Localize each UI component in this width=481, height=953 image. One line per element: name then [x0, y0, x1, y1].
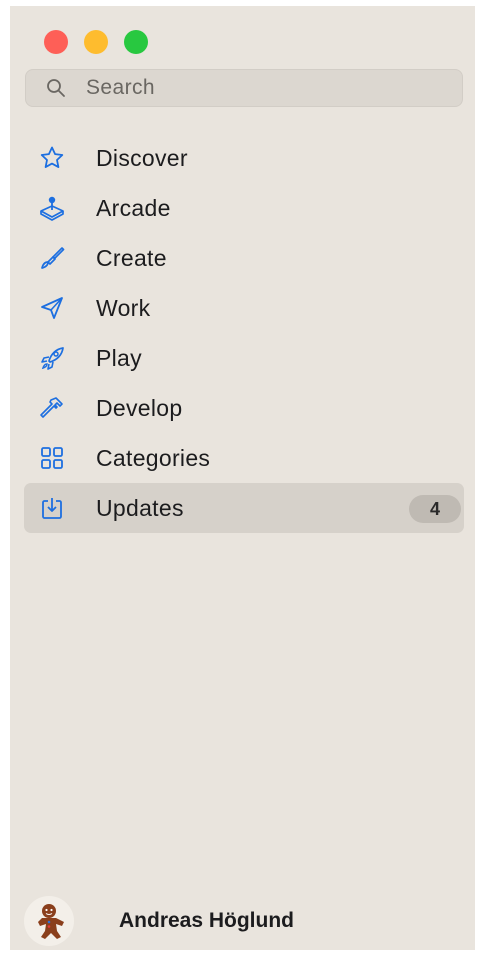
sidebar-item-develop[interactable]: Develop: [24, 383, 464, 433]
search-placeholder: Search: [86, 76, 155, 99]
sidebar-item-label: Updates: [96, 494, 184, 521]
search-icon: [47, 79, 65, 97]
zoom-window-button[interactable]: [124, 30, 148, 54]
sidebar-item-create[interactable]: Create: [24, 233, 464, 283]
rocket-icon: [38, 344, 66, 372]
sidebar-item-updates[interactable]: Updates 4: [24, 483, 464, 533]
sidebar-item-label: Discover: [96, 144, 188, 171]
sidebar-item-label: Play: [96, 344, 142, 371]
sidebar-item-discover[interactable]: Discover: [24, 133, 464, 183]
gingerbread-avatar: [24, 896, 74, 946]
star-icon: [38, 144, 66, 172]
sidebar-item-play[interactable]: Play: [24, 333, 464, 383]
search-field[interactable]: Search: [25, 69, 463, 107]
sidebar-item-label: Categories: [96, 444, 211, 471]
sidebar-item-arcade[interactable]: Arcade: [24, 183, 464, 233]
close-window-button[interactable]: [44, 30, 68, 54]
paintbrush-icon: [38, 244, 66, 272]
joystick-icon: [38, 194, 66, 222]
download-tray-icon: [38, 494, 66, 522]
sidebar-item-work[interactable]: Work: [24, 283, 464, 333]
sidebar-item-label: Arcade: [96, 194, 171, 221]
sidebar: Search Discover Arcade Create Work Play …: [10, 6, 475, 950]
hammer-icon: [38, 394, 66, 422]
account-button[interactable]: Andreas Höglund: [24, 896, 294, 946]
sidebar-item-label: Work: [96, 294, 151, 321]
paper-plane-icon: [38, 294, 66, 322]
updates-count-badge: 4: [409, 495, 461, 523]
sidebar-nav: Discover Arcade Create Work Play Develop…: [24, 133, 464, 533]
account-name: Andreas Höglund: [119, 909, 295, 932]
sidebar-item-label: Create: [96, 244, 167, 271]
sidebar-item-categories[interactable]: Categories: [24, 433, 464, 483]
window-controls: [44, 30, 148, 54]
sidebar-item-label: Develop: [96, 394, 183, 421]
grid-icon: [38, 444, 66, 472]
minimize-window-button[interactable]: [84, 30, 108, 54]
